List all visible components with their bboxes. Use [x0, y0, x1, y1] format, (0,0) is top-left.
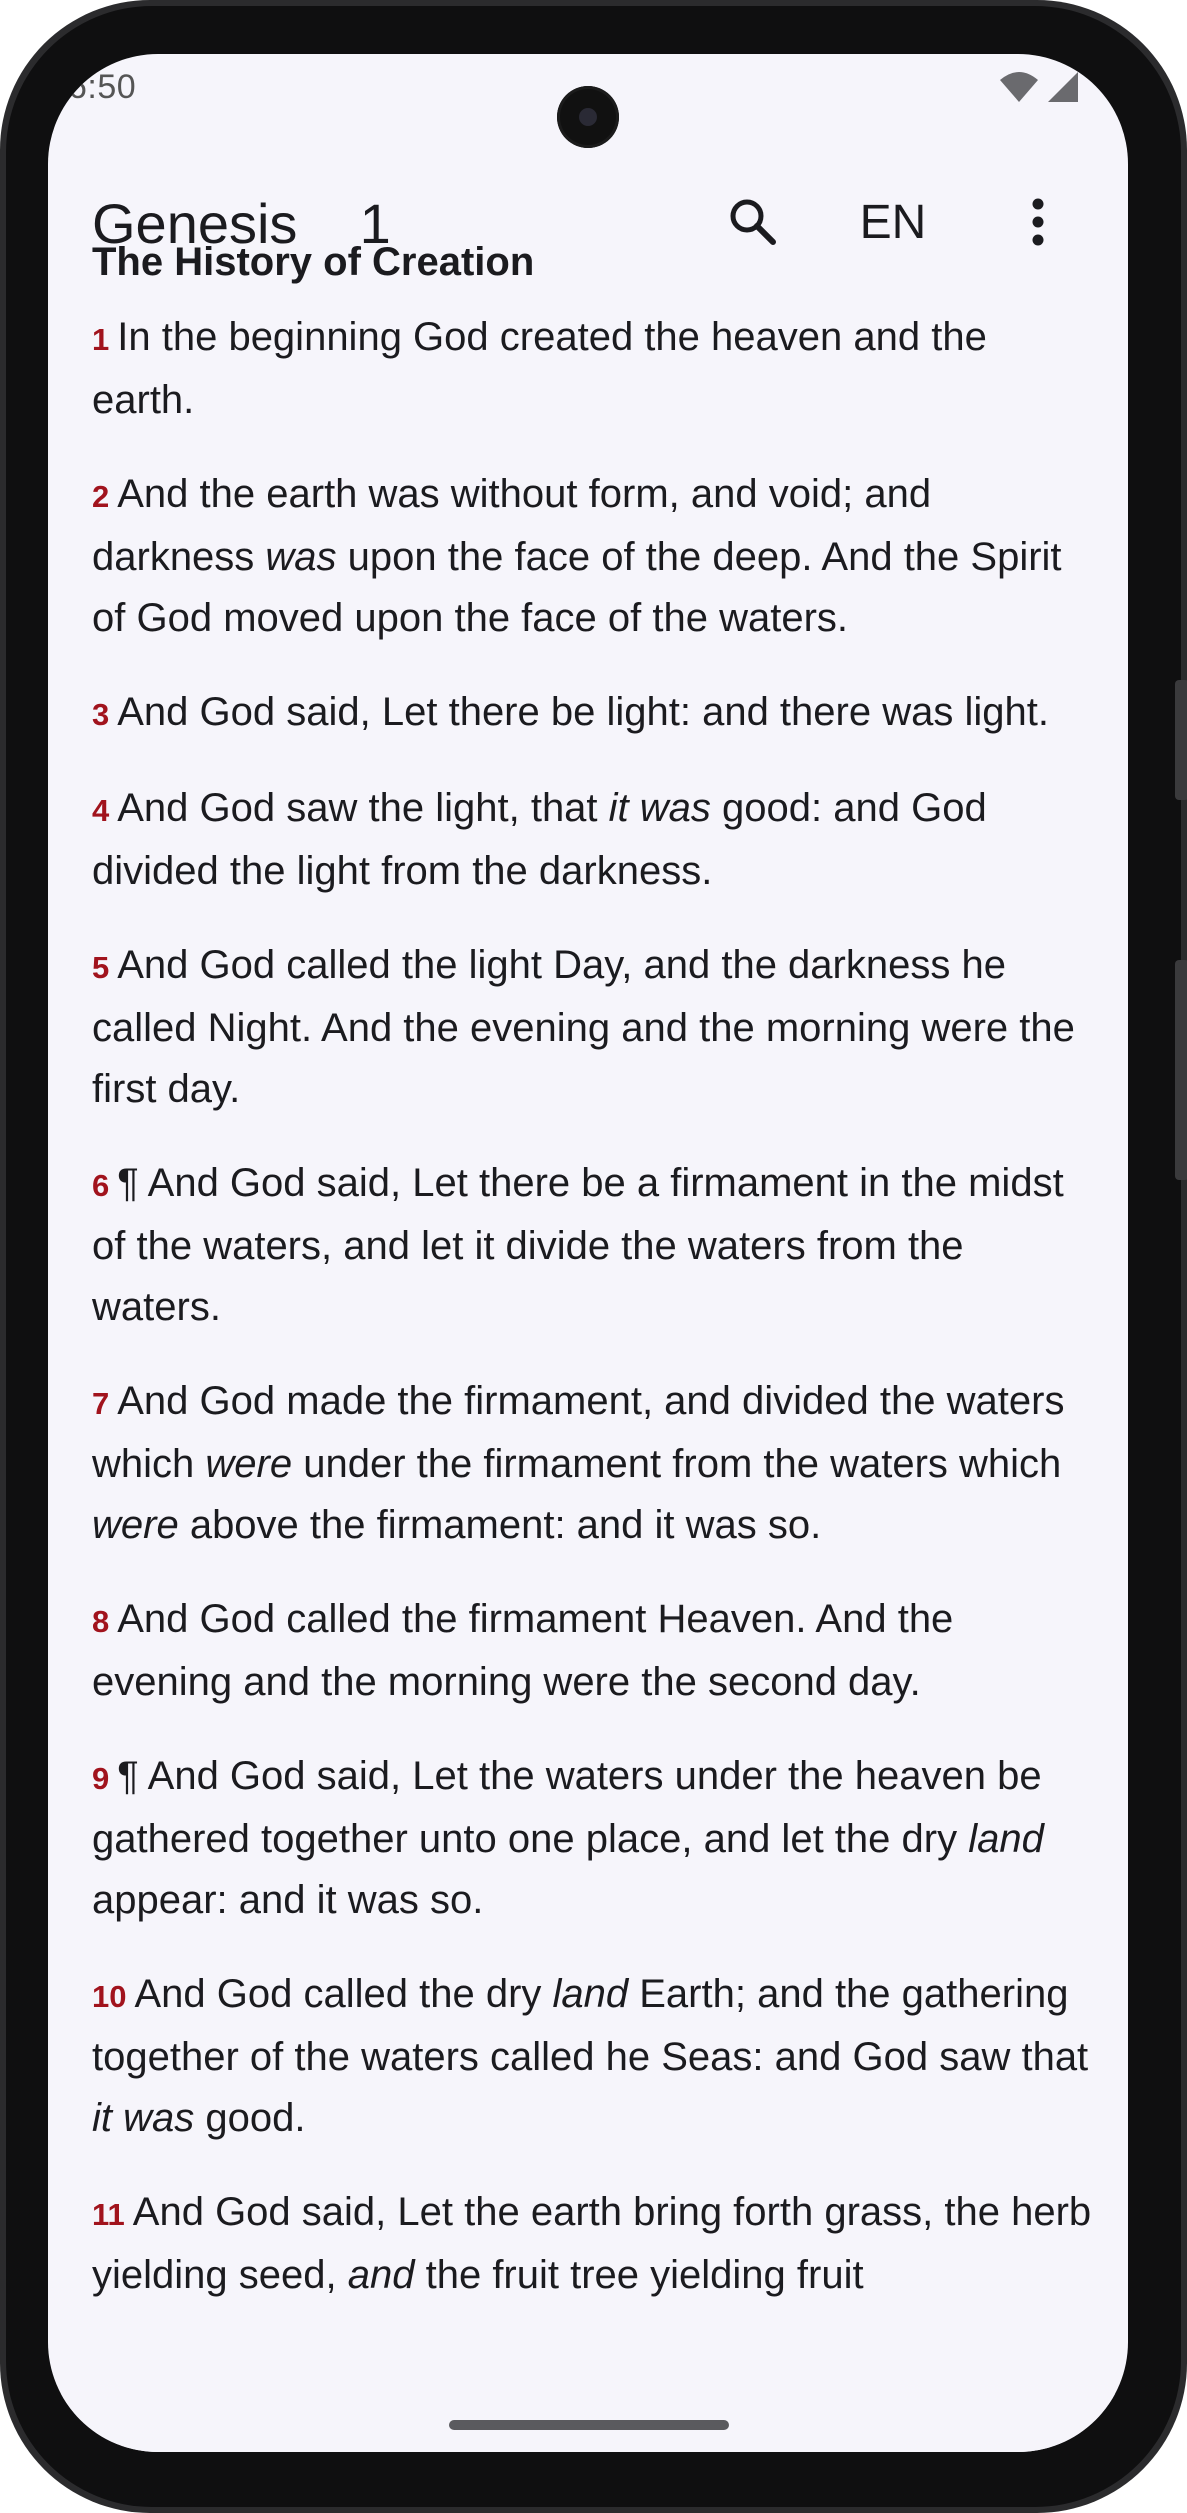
status-time: 6:50 [68, 68, 137, 106]
verse-number: 8 [92, 1604, 110, 1639]
verse-text: And God saw the light, that [117, 786, 609, 830]
verse-text: ¶ And God said, Let the waters under the… [92, 1754, 1042, 1861]
verse[interactable]: 11 And God said, Let the earth bring fort… [92, 2182, 1092, 2306]
signal-icon [1048, 72, 1078, 102]
verse-number: 9 [92, 1761, 110, 1796]
front-camera [557, 86, 619, 148]
verse-number: 4 [92, 793, 110, 828]
status-icons [998, 70, 1080, 104]
verse-text: And God said, Let there be light: and th… [117, 690, 1049, 734]
verse-number: 6 [92, 1168, 110, 1203]
verse-number: 3 [92, 697, 110, 732]
verse-text: above the firmament: and it was so. [178, 1503, 822, 1547]
volume-button [1175, 680, 1187, 800]
verse-text-italic: land [968, 1817, 1044, 1861]
verse[interactable]: 8 And God called the firmament Heaven. An… [92, 1589, 1092, 1713]
verse-text: under the firmament from the waters whic… [292, 1442, 1062, 1486]
verse-text-italic: it was [608, 786, 711, 830]
verse[interactable]: 7 And God made the firmament, and divided… [92, 1371, 1092, 1556]
verse[interactable]: 9 ¶ And God said, Let the waters under th… [92, 1746, 1092, 1931]
screen: 6:50 Genesis 1 EN The History of Creatio… [48, 54, 1128, 2452]
verse-number: 7 [92, 1386, 110, 1421]
verse-text-italic: were [92, 1503, 179, 1547]
home-indicator[interactable] [449, 2420, 729, 2430]
verse-text: ¶ And God said, Let there be a firmament… [92, 1161, 1064, 1329]
verse[interactable]: 1 In the beginning God created the heaven… [92, 307, 1092, 431]
verse-text-italic: land [552, 1972, 629, 2016]
verse-number: 10 [92, 1979, 127, 2014]
chapter-content: The History of Creation 1 In the beginnin… [92, 240, 1092, 2339]
verse-text: And God called the firmament Heaven. And… [92, 1597, 954, 1704]
verse-list: 1 In the beginning God created the heaven… [92, 307, 1092, 2306]
verse-text: the fruit tree yielding fruit [414, 2253, 864, 2297]
verse[interactable]: 10 And God called the dry land Earth; and… [92, 1964, 1092, 2149]
verse-text: good. [194, 2096, 306, 2140]
verse[interactable]: 6 ¶ And God said, Let there be a firmamen… [92, 1153, 1092, 1338]
verse-text: And God called the light Day, and the da… [92, 943, 1075, 1111]
verse-number: 2 [92, 479, 110, 514]
verse-text-italic: was [265, 535, 337, 579]
verse-text: And God called the dry [134, 1972, 553, 2016]
verse[interactable]: 5 And God called the light Day, and the d… [92, 935, 1092, 1120]
verse-number: 1 [92, 322, 110, 357]
verse[interactable]: 2 And the earth was without form, and voi… [92, 464, 1092, 649]
verse-text: appear: and it was so. [92, 1878, 484, 1922]
verse[interactable]: 4 And God saw the light, that it was good… [92, 778, 1092, 902]
power-button [1175, 960, 1187, 1180]
verse[interactable]: 3 And God said, Let there be light: and t… [92, 682, 1092, 745]
verse-number: 5 [92, 950, 110, 985]
phone-frame: 6:50 Genesis 1 EN The History of Creatio… [0, 0, 1187, 2513]
section-heading: The History of Creation [92, 240, 535, 284]
verse-text-italic: were [205, 1442, 293, 1486]
verse-text: In the beginning God created the heaven … [92, 315, 987, 422]
verse-number: 11 [92, 2197, 125, 2232]
verse-text-italic: it was [92, 2096, 195, 2140]
wifi-icon [1000, 72, 1038, 102]
verse-text-italic: and [347, 2253, 415, 2297]
